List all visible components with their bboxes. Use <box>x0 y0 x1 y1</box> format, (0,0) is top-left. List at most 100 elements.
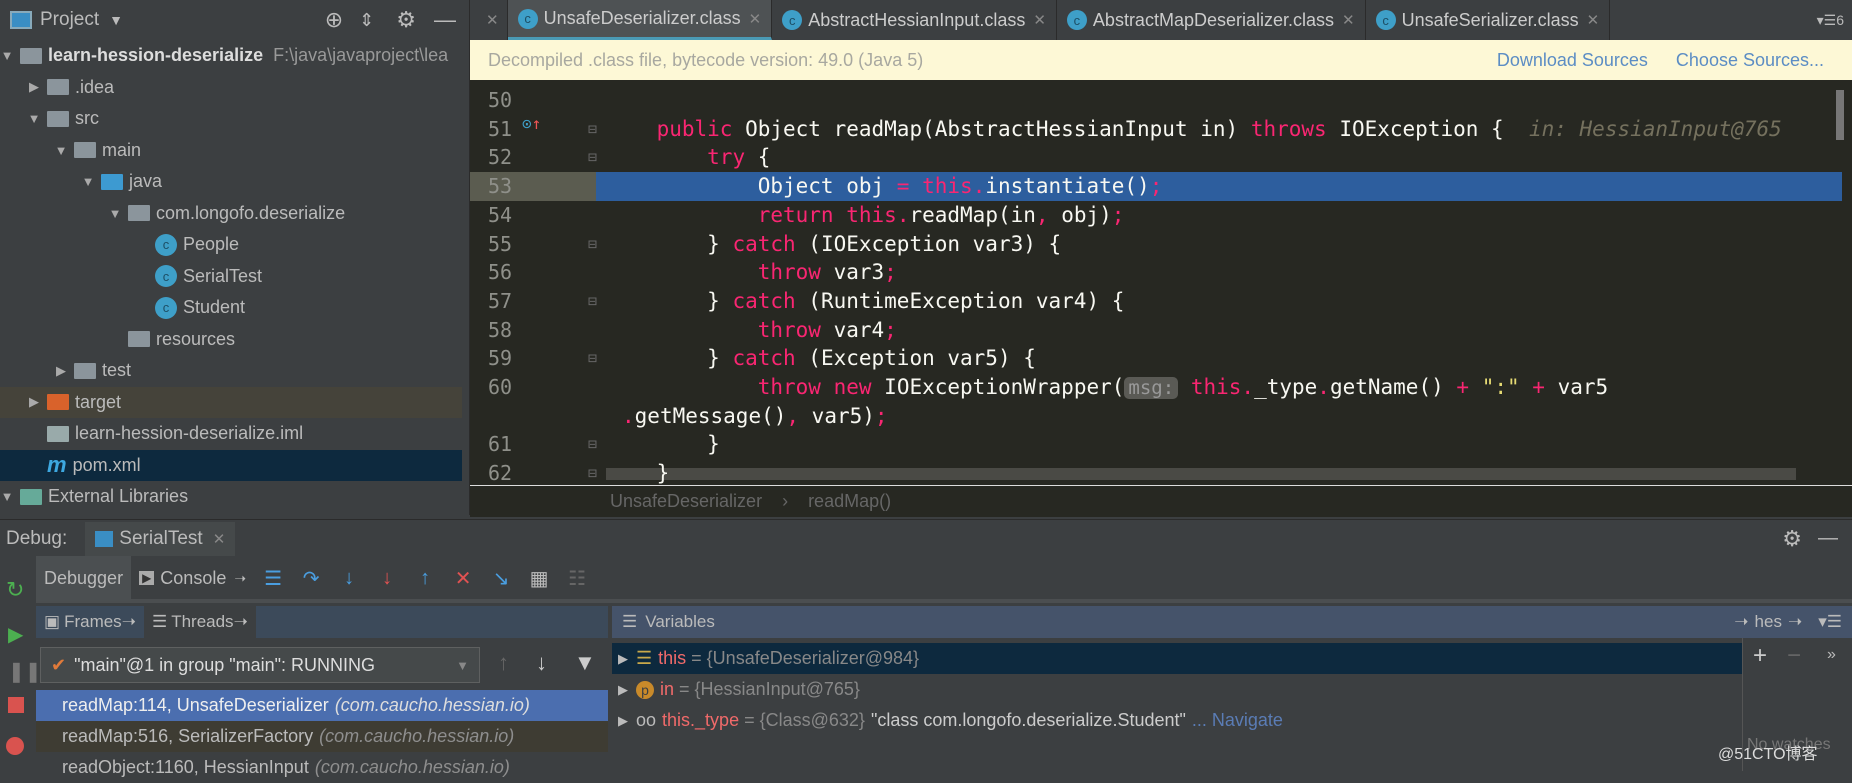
breadcrumb-class[interactable]: UnsafeDeserializer <box>610 491 762 512</box>
trace-icon[interactable]: ☷ <box>562 566 592 591</box>
expanded-arrow-icon[interactable]: ▼ <box>0 48 14 63</box>
tab-threads[interactable]: ☰ Threads ➝ <box>143 606 256 638</box>
minimize-icon[interactable]: — <box>434 7 456 33</box>
code-token: , <box>786 403 800 428</box>
editor-tab[interactable]: c UnsafeDeserializer.class ✕ <box>507 0 773 40</box>
close-icon[interactable]: ✕ <box>749 10 762 28</box>
tab-list-button[interactable]: ▾☰ 6 <box>1817 0 1852 40</box>
remove-watch-icon[interactable]: − <box>1787 642 1801 670</box>
variable-row[interactable]: ▶ p in = {HessianInput@765} <box>612 674 1742 705</box>
stack-frame[interactable]: readMap:114, UnsafeDeserializer (com.cauc… <box>36 690 608 721</box>
tree-item[interactable]: ▼ learn-hession-deserialize F:\java\javapr… <box>0 40 462 71</box>
step-into-icon[interactable]: ↓ <box>334 567 364 590</box>
debug-session-tab[interactable]: SerialTest ✕ <box>85 521 236 556</box>
breadcrumb-method[interactable]: readMap() <box>808 491 891 512</box>
variables-filter[interactable]: hes <box>1755 612 1782 632</box>
tab-debugger[interactable]: Debugger <box>36 555 132 601</box>
variable-row[interactable]: ▶ ☰ this = {UnsafeDeserializer@984} <box>612 643 1742 674</box>
frames-header: ▣ Frames ➝ ☰ Threads ➝ <box>36 606 608 638</box>
tree-item[interactable]: ▶ .idea <box>0 72 462 103</box>
variable-row[interactable]: ▶ oo this._type = {Class@632} "class com.long… <box>612 705 1742 736</box>
evaluate-expression-icon[interactable]: ▦ <box>524 566 554 591</box>
expand-arrow-icon[interactable]: ▶ <box>618 682 628 698</box>
stack-frame[interactable]: readMap:516, SerializerFactory (com.cauch… <box>36 721 608 752</box>
close-icon[interactable]: ✕ <box>1342 11 1355 29</box>
step-out-icon[interactable]: ↑ <box>410 567 440 590</box>
force-step-into-icon[interactable]: ↓ <box>372 567 402 590</box>
drop-frame-icon[interactable]: ✕ <box>448 566 478 591</box>
fold-marker-icon[interactable]: ⊟ <box>588 430 597 459</box>
thread-selector[interactable]: ✔ "main"@1 in group "main": RUNNING ▼ <box>40 647 480 683</box>
tab-console[interactable]: ▶ Console ➝ <box>131 568 254 589</box>
gear-icon[interactable]: ⚙ <box>1782 526 1802 552</box>
editor-tab[interactable]: c UnsafeSerializer.class ✕ <box>1366 0 1611 40</box>
locate-icon[interactable]: ⊕ <box>325 7 343 33</box>
expanded-arrow-icon[interactable]: ▼ <box>54 143 68 158</box>
choose-sources-link[interactable]: Choose Sources... <box>1676 50 1824 71</box>
fold-marker-icon[interactable]: ⊟ <box>588 344 597 373</box>
close-icon[interactable]: ✕ <box>1587 11 1600 29</box>
tree-item[interactable]: c People <box>0 229 462 260</box>
editor-tab[interactable]: c AbstractHessianInput.class ✕ <box>772 0 1057 40</box>
tree-item[interactable]: m pom.xml <box>0 449 462 481</box>
collapsed-arrow-icon[interactable]: ▶ <box>54 363 68 379</box>
fold-marker-icon[interactable]: ⊟ <box>588 230 597 259</box>
run-to-cursor-icon[interactable]: ↘ <box>486 566 516 591</box>
expanded-arrow-icon[interactable]: ▼ <box>108 206 122 221</box>
stop-icon[interactable] <box>8 697 24 713</box>
tree-item[interactable]: ▼ main <box>0 135 462 166</box>
tree-item[interactable]: c Student <box>0 292 462 323</box>
pause-icon[interactable]: ❚❚ <box>8 659 42 684</box>
code-editor[interactable]: ⊙↑ 50 51 ⊟ public Object readMap(AbstractH… <box>470 80 1852 485</box>
tree-item[interactable]: resources <box>0 324 462 355</box>
collapsed-arrow-icon[interactable]: ▶ <box>27 394 41 410</box>
expanded-arrow-icon[interactable]: ▼ <box>0 489 14 504</box>
tree-item[interactable]: ▶ target <box>0 386 462 418</box>
previous-frame-icon[interactable]: ↑ <box>498 650 509 676</box>
editor-tab[interactable]: c AbstractMapDeserializer.class ✕ <box>1057 0 1366 40</box>
code-token: } <box>606 231 733 256</box>
tree-item[interactable]: ▼ src <box>0 103 462 134</box>
add-watch-icon[interactable]: + <box>1753 642 1767 670</box>
next-frame-icon[interactable]: ↓ <box>536 650 547 676</box>
project-title[interactable]: Project <box>40 9 99 31</box>
gear-icon[interactable]: ⚙ <box>396 7 416 33</box>
expand-arrow-icon[interactable]: ▶ <box>618 651 628 667</box>
filter-icon[interactable]: ▼ <box>574 650 596 676</box>
pin-icon[interactable]: ➝ <box>1788 612 1802 632</box>
tree-item[interactable]: learn-hession-deserialize.iml <box>0 418 462 449</box>
minimize-icon[interactable]: — <box>1818 527 1838 550</box>
download-sources-link[interactable]: Download Sources <box>1497 50 1648 71</box>
fold-marker-icon[interactable]: ⊟ <box>588 287 597 316</box>
stack-frame[interactable]: readObject:1160, HessianInput (com.caucho… <box>36 752 608 783</box>
close-icon[interactable]: ✕ <box>1033 11 1046 29</box>
view-breakpoints-icon[interactable] <box>6 737 24 755</box>
tree-item[interactable]: ▼ java <box>0 166 462 197</box>
tree-item[interactable]: ▼ External Libraries <box>0 481 462 512</box>
chevron-down-icon[interactable]: ▼ <box>109 12 123 28</box>
hidden-tab-close[interactable]: ✕ <box>470 0 508 40</box>
fold-marker-icon[interactable]: ⊟ <box>588 115 597 144</box>
more-icon[interactable]: » <box>1827 646 1836 664</box>
pin-icon[interactable]: ➝ <box>234 570 246 587</box>
tree-item[interactable]: ▶ test <box>0 355 462 386</box>
step-over-icon[interactable]: ↷ <box>296 566 326 591</box>
expanded-arrow-icon[interactable]: ▼ <box>81 174 95 189</box>
collapsed-arrow-icon[interactable]: ▶ <box>27 79 41 95</box>
expand-arrow-icon[interactable]: ▶ <box>618 713 628 729</box>
tree-item[interactable]: c SerialTest <box>0 261 462 292</box>
collapse-all-icon[interactable]: ⇕ <box>359 10 374 31</box>
close-icon[interactable]: ✕ <box>213 530 226 548</box>
rerun-icon[interactable]: ↻ <box>6 577 24 603</box>
layout-options-icon[interactable]: ▾☰ <box>1818 612 1842 632</box>
expanded-arrow-icon[interactable]: ▼ <box>27 111 41 126</box>
code-line: 61 ⊟ } <box>470 430 1842 459</box>
navigate-link[interactable]: ... Navigate <box>1192 710 1283 731</box>
resume-icon[interactable]: ▶ <box>8 622 23 647</box>
pin-icon[interactable]: ➝ <box>1734 612 1748 632</box>
tree-item[interactable]: ▼ com.longofo.deserialize <box>0 198 462 229</box>
fold-marker-icon[interactable]: ⊟ <box>588 459 597 485</box>
fold-marker-icon[interactable]: ⊟ <box>588 143 597 172</box>
tab-frames[interactable]: ▣ Frames ➝ <box>36 612 144 632</box>
show-execution-point-icon[interactable]: ☰ <box>258 566 288 591</box>
